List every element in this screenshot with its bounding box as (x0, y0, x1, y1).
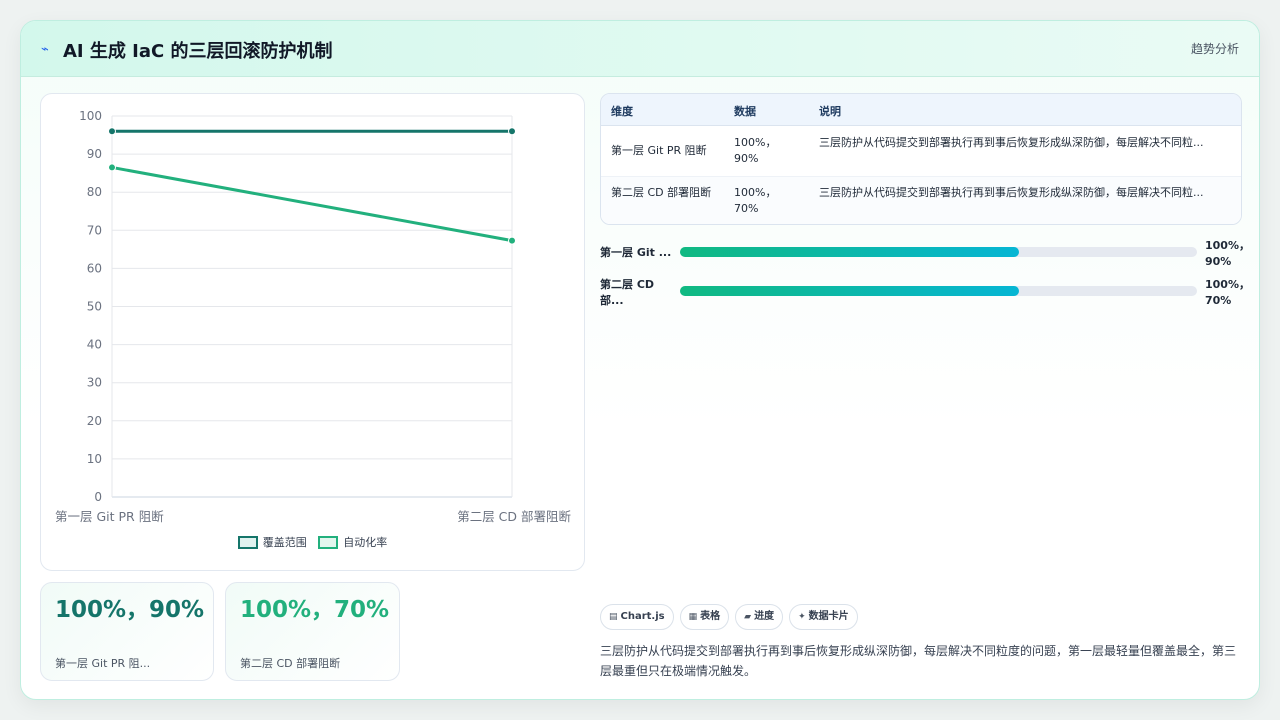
sparkle-icon: ✦ (798, 612, 806, 622)
chart-icon: ▤ (609, 612, 618, 622)
cell-description: 三层防护从代码提交到部署执行再到事后恢复形成纵深防御，每层解决不同粒... (819, 186, 1204, 199)
header: ⌁ AI 生成 IaC 的三层回滚防护机制 趋势分析 (21, 21, 1259, 77)
table-row: 第二层 CD 部署阻断 100%，70% 三层防护从代码提交到部署执行再到事后恢… (601, 176, 1241, 224)
line-chart-panel: 0 10 20 30 40 50 60 70 80 90 100 第一层 Git PR 阻断 第二层 C… (40, 93, 585, 571)
x-tick-label: 第二层 CD 部署阻断 (457, 509, 571, 524)
legend-item-automation[interactable]: 自动化率 (318, 534, 387, 550)
stat-label: 第一层 Git PR 阻... (55, 657, 151, 670)
progress-label: 第一层 Git ... (600, 246, 672, 259)
progress-value: 100%，70% (1205, 278, 1250, 307)
y-tick-label: 40 (87, 338, 102, 352)
progress-label: 第二层 CD 部... (600, 278, 655, 307)
y-tick-label: 60 (87, 261, 102, 275)
y-tick-label: 90 (87, 147, 102, 161)
feature-chips: ▤ Chart.js ▦ 表格 ▰ 进度 ✦ 数据卡片 (600, 604, 864, 630)
data-point (508, 236, 516, 245)
table-icon: ▦ (688, 612, 698, 622)
progress-track (680, 247, 1197, 257)
y-tick-label: 10 (87, 452, 102, 466)
progress-value: 100%，90% (1205, 239, 1250, 268)
chip-label: 表格 (700, 611, 721, 622)
stat-card-layer-2: 100%，70% 第二层 CD 部署阻断 (225, 582, 400, 681)
legend-label-automation: 自动化率 (343, 536, 388, 549)
stat-value: 100%，90% (55, 597, 205, 623)
y-tick-label: 30 (87, 376, 102, 390)
legend-item-coverage[interactable]: 覆盖范围 (237, 534, 307, 550)
chip-label: Chart.js (620, 611, 665, 622)
legend-swatch-automation (318, 535, 339, 549)
cell-dimension: 第二层 CD 部署阻断 (611, 186, 712, 199)
table-row: 第一层 Git PR 阻断 100%，90% 三层防护从代码提交到部署执行再到事… (601, 127, 1241, 176)
series-line-1 (111, 165, 513, 243)
chip-label: 进度 (754, 611, 775, 622)
chart-legend: 覆盖范围 自动化率 (41, 534, 584, 552)
cell-dimension: 第一层 Git PR 阻断 (611, 144, 707, 157)
page-title: AI 生成 IaC 的三层回滚防护机制 (63, 41, 333, 62)
stat-label: 第二层 CD 部署阻断 (240, 657, 341, 670)
table-header: 维度 数据 说明 (601, 94, 1241, 126)
progress-track (680, 286, 1197, 296)
chip-data-card[interactable]: ✦ 数据卡片 (789, 604, 858, 630)
y-tick-label: 20 (87, 414, 102, 428)
cell-description: 三层防护从代码提交到部署执行再到事后恢复形成纵深防御，每层解决不同粒... (819, 136, 1204, 149)
legend-swatch-coverage (237, 535, 258, 549)
cell-data: 100%，70% (734, 186, 777, 215)
y-tick-label: 50 (87, 300, 102, 314)
chip-label: 数据卡片 (808, 611, 849, 622)
x-tick-label: 第一层 Git PR 阻断 (55, 509, 164, 524)
y-tick-label: 100 (79, 109, 102, 123)
progress-fill (680, 247, 1019, 257)
progress-row-layer-2: 第二层 CD 部... 100%，70% (600, 277, 1250, 309)
stat-value: 100%，70% (240, 597, 390, 623)
legend-label-coverage: 覆盖范围 (262, 536, 307, 549)
chip-chartjs[interactable]: ▤ Chart.js (600, 604, 674, 630)
progress-icon: ▰ (744, 612, 752, 622)
stat-card-layer-1: 100%，90% 第一层 Git PR 阻... (40, 582, 214, 681)
line-chart: 0 10 20 30 40 50 60 70 80 90 100 第一层 Git PR 阻断 第二层 C… (55, 109, 571, 524)
y-tick-label: 80 (87, 185, 102, 199)
main-card: ⌁ AI 生成 IaC 的三层回滚防护机制 趋势分析 0 10 20 30 40 50 60… (20, 20, 1260, 700)
column-header-dimension: 维度 (611, 105, 633, 118)
progress-fill (680, 286, 1019, 296)
category-tag: 趋势分析 (1190, 42, 1239, 56)
cell-data: 100%，90% (734, 136, 777, 165)
progress-row-layer-1: 第一层 Git ... 100%，90% (600, 238, 1250, 270)
y-tick-label: 70 (87, 223, 102, 237)
trend-line-icon: ⌁ (41, 42, 49, 57)
data-point (508, 127, 516, 136)
summary-description: 三层防护从代码提交到部署执行再到事后恢复形成纵深防御，每层解决不同粒度的问题，第… (600, 644, 1237, 678)
chip-progress[interactable]: ▰ 进度 (735, 604, 784, 630)
column-header-description: 说明 (819, 105, 841, 118)
chip-table[interactable]: ▦ 表格 (679, 604, 730, 630)
column-header-data: 数据 (734, 105, 756, 118)
data-point (108, 163, 116, 172)
data-point (108, 127, 116, 136)
data-table: 维度 数据 说明 第一层 Git PR 阻断 100%，90% 三层防护从代码提… (600, 93, 1242, 225)
y-tick-label: 0 (94, 490, 102, 504)
